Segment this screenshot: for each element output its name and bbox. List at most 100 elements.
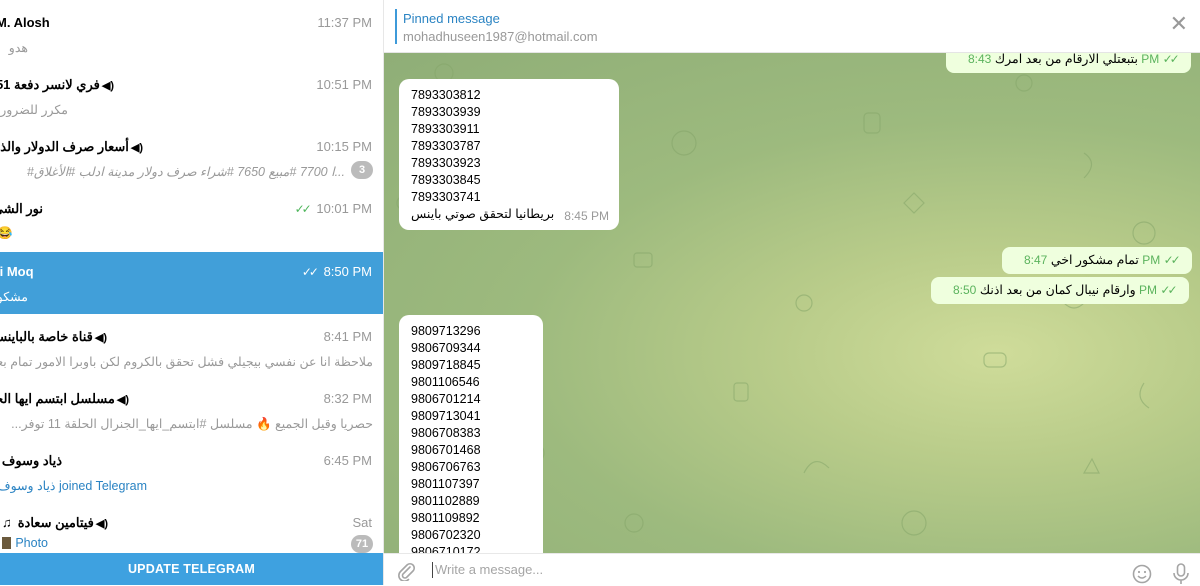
chat-item-exchange-rates[interactable]: أسعار صرف الدولار والذهب◀) 10:15 PM #ا 7… [0, 124, 383, 186]
phone-number: 9809713296 [411, 324, 481, 338]
chat-name: قناة خاصة بالباينس [0, 329, 93, 344]
phone-number: 9801109892 [411, 511, 480, 525]
message-history: بتبعتلي الارقام من بعد امرك 8:43 PM ✓✓ 7… [384, 53, 1200, 553]
chat-name: فيتامين سعادة [17, 515, 94, 530]
muted-icon: ◀) [94, 332, 107, 344]
chat-name: أسعار صرف الدولار والذهب [0, 139, 129, 154]
chat-preview: مكرر للضرور [0, 103, 68, 117]
microphone-icon[interactable] [1172, 563, 1190, 585]
chat-time: 10:15 PM [316, 139, 372, 154]
chat-time: 8:32 PM [323, 391, 372, 406]
phone-number: 9801106546 [411, 375, 480, 389]
double-check-icon: ✓✓ [301, 265, 319, 279]
double-check-icon: ✓✓ [1163, 253, 1181, 267]
attach-icon[interactable] [396, 561, 416, 581]
pinned-message-bar[interactable]: Pinned message mohadhuseen1987@hotmail.c… [384, 0, 1200, 53]
chat-item-binance-channel[interactable]: قناة خاصة بالباينس◀) 8:41 PM ...ملاحظة ا… [0, 314, 383, 376]
muted-icon: ◀) [101, 80, 114, 92]
chat-preview: مشكو [0, 290, 28, 304]
chat-item-nour[interactable]: نور الشي ✓✓ 10:01 PM 😂 [0, 186, 383, 248]
number-list: 7893303812 7893303939 7893303911 7893303787… [411, 87, 607, 206]
chat-preview: Photo [15, 536, 48, 550]
incoming-message[interactable]: 7893303812 7893303939 7893303911 7893303787… [399, 79, 619, 230]
phone-number: 7893303812 [411, 88, 481, 102]
phone-number: 7893303741 [411, 190, 481, 204]
muted-icon: ◀) [116, 394, 129, 406]
phone-number: 7893303845 [411, 173, 481, 187]
chat-name: فري لانسر دفعة 251 [0, 77, 100, 92]
message-input[interactable]: Write a message... [432, 562, 543, 578]
emoji-icon[interactable] [1132, 564, 1152, 584]
chat-time: 8:41 PM [323, 329, 372, 344]
message-caption: بريطانيا لتحقق صوتي باينس [411, 207, 555, 221]
chat-name-wrap: أسعار صرف الدولار والذهب◀) [0, 139, 143, 155]
chat-time: 8:50 PM [323, 264, 372, 279]
chat-name-wrap: مسلسل ابتسم ايها الجنرال◀) [0, 391, 129, 407]
update-telegram-button[interactable]: UPDATE TELEGRAM [0, 553, 383, 585]
phone-number: 7893303939 [411, 105, 481, 119]
phone-number: 7893303787 [411, 139, 481, 153]
close-icon[interactable]: ✕ [1170, 13, 1188, 35]
pinned-title: Pinned message [403, 11, 500, 26]
chat-name: M. Alosh [0, 15, 50, 30]
chat-item-series[interactable]: مسلسل ابتسم ايها الجنرال◀) 8:32 PM ...حص… [0, 376, 383, 438]
message-time: 8:45 PM [564, 209, 609, 223]
chat-item-ali-moq[interactable]: li Moq ✓✓ 8:50 PM مشكو [0, 252, 383, 314]
unread-badge: 3 [351, 161, 373, 179]
phone-number: 9806702320 [411, 528, 481, 542]
chat-item-freelancer[interactable]: فري لانسر دفعة 251◀) 10:51 PM مكرر للضرو… [0, 62, 383, 124]
chat-preview: #ا 7700 #مبيع 7650 #شراء صرف دولار مدينة… [26, 165, 345, 179]
chat-preview: 😂 [0, 226, 13, 241]
chat-preview: ...حصريا وقيل الجميع 🔥 مسلسل #ابتسم_ايها… [11, 417, 373, 431]
chat-time: Sat [352, 515, 372, 530]
chat-time: 10:01 PM [316, 201, 372, 216]
double-check-icon: ✓✓ [294, 202, 312, 216]
phone-number: 9801107397 [411, 477, 480, 491]
outgoing-message[interactable]: وارقام نيبال كمان من بعد اذنك 8:50 PM ✓✓ [931, 277, 1189, 304]
incoming-message[interactable]: 9809713296 9806709344 9809718845 9801106546… [399, 315, 543, 553]
pinned-accent-line [395, 9, 397, 44]
message-text: بتبعتلي الارقام من بعد امرك [994, 53, 1138, 66]
message-text: تمام مشكور اخي [1050, 253, 1139, 267]
phone-number: 9806701468 [411, 443, 481, 457]
phone-number: 9806709344 [411, 341, 481, 355]
muted-icon: ◀) [130, 142, 143, 154]
phone-number: 9809718845 [411, 358, 481, 372]
phone-number: 7893303911 [411, 122, 480, 136]
photo-thumb-icon [2, 537, 12, 549]
chat-name: نور الشي [0, 201, 43, 216]
chat-time: 11:37 PM [317, 15, 372, 30]
message-composer: Write a message... [384, 553, 1200, 586]
phone-number: 9806710172 [411, 545, 481, 553]
chat-name-wrap: ♫ فيتامين سعادة ◀) [2, 515, 108, 531]
chat-name-wrap: فري لانسر دفعة 251◀) [0, 77, 114, 93]
phone-number: 9806701214 [411, 392, 481, 406]
double-check-icon: ✓✓ [1162, 53, 1180, 66]
pinned-text: mohadhuseen1987@hotmail.com [403, 29, 598, 44]
chat-name: مسلسل ابتسم ايها الجنرال [0, 391, 115, 406]
unread-badge: 71 [351, 535, 373, 553]
muted-icon: ◀) [95, 518, 108, 530]
outgoing-message[interactable]: تمام مشكور اخي 8:47 PM ✓✓ [1002, 247, 1192, 274]
double-check-icon: ✓✓ [1160, 283, 1177, 297]
chat-item-ziad[interactable]: ذياد وسوف 6:45 PM ذياد وسوف joined Teleg… [0, 438, 383, 500]
phone-number: 9801102889 [411, 494, 480, 508]
chat-name-wrap: قناة خاصة بالباينس ◀) [0, 329, 107, 345]
chat-name: ذياد وسوف [1, 453, 62, 468]
chat-name: li Moq [0, 264, 34, 279]
chat-preview: ذياد وسوف joined Telegram [0, 479, 147, 493]
chat-item-m-alosh[interactable]: M. Alosh 11:37 PM هدو [0, 0, 383, 62]
chat-preview-wrap: Photo [2, 536, 48, 550]
message-footer: بريطانيا لتحقق صوتي باينس 8:45 PM [411, 206, 609, 224]
music-note-icon: ♫ [1, 515, 12, 530]
chat-time-wrap: ✓✓ 8:50 PM [302, 264, 372, 279]
chat-preview: هدو [8, 41, 28, 55]
outgoing-message[interactable]: بتبعتلي الارقام من بعد امرك 8:43 PM ✓✓ [946, 53, 1191, 73]
phone-number: 9809713041 [411, 409, 481, 423]
phone-number: 9806708383 [411, 426, 481, 440]
chat-preview: ...ملاحظة انا عن نفسي بيجيلي فشل تحقق با… [0, 355, 373, 369]
chat-list-sidebar: M. Alosh 11:37 PM هدو فري لانسر دفعة 251… [0, 0, 384, 585]
phone-number: 9806706763 [411, 460, 481, 474]
chat-time-wrap: ✓✓ 10:01 PM [295, 201, 372, 216]
chat-time: 6:45 PM [323, 453, 372, 468]
